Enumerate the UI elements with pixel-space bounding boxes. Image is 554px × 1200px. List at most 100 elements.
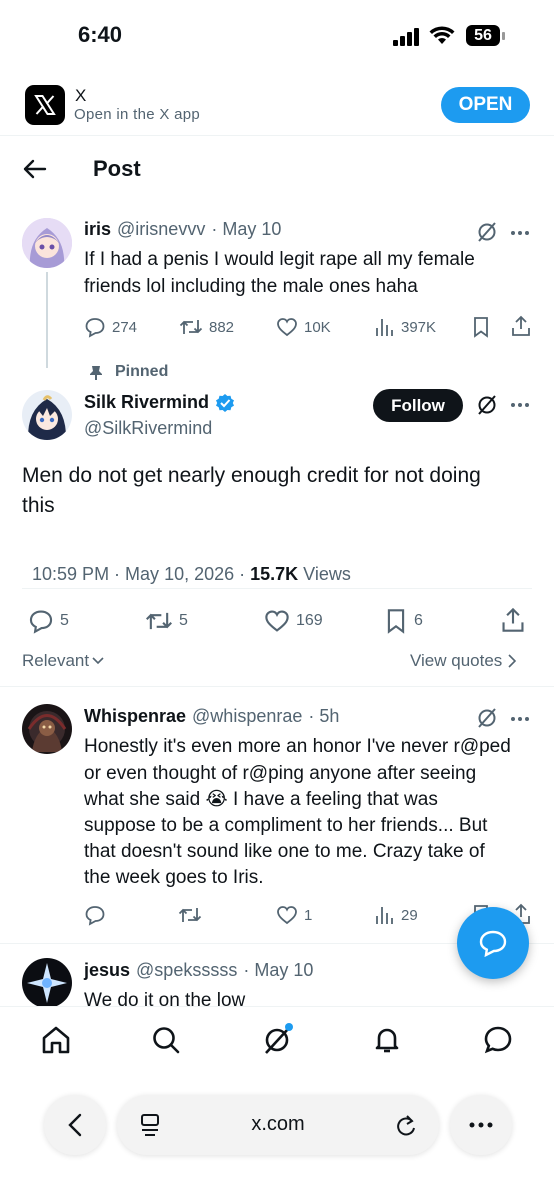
author-handle[interactable]: @speksssss bbox=[136, 960, 237, 981]
pinned-label: Pinned bbox=[115, 363, 169, 380]
avatar[interactable] bbox=[22, 390, 72, 440]
more-icon bbox=[469, 1122, 493, 1128]
avatar[interactable] bbox=[22, 704, 72, 754]
post-timestamp[interactable]: 10:59 PM · May 10, 2026 · bbox=[32, 564, 250, 584]
tweet-text-line: suppose to be a compliment to her friend… bbox=[84, 815, 488, 836]
chevron-left-icon bbox=[68, 1113, 82, 1137]
url-text: x.com bbox=[251, 1113, 305, 1135]
grok-icon[interactable] bbox=[476, 221, 498, 243]
app-banner-subtitle: Open in the X app bbox=[74, 106, 201, 123]
tweet-text-line: or even thought of r@ping anyone after s… bbox=[84, 763, 477, 784]
reply-icon bbox=[29, 610, 53, 634]
views-button[interactable]: 29 bbox=[373, 904, 418, 926]
view-quotes-label: View quotes bbox=[410, 651, 503, 670]
verified-badge-icon bbox=[215, 393, 235, 413]
browser-back-button[interactable] bbox=[44, 1095, 106, 1155]
like-button[interactable]: 169 bbox=[264, 608, 323, 634]
reply-plus-icon bbox=[479, 930, 507, 957]
notifications-bell-icon[interactable] bbox=[371, 1024, 403, 1056]
repost-count: 882 bbox=[209, 318, 235, 336]
like-button[interactable]: 10K bbox=[276, 316, 331, 338]
author-name[interactable]: Whispenrae bbox=[84, 706, 186, 727]
tweet-text-line: Men do not get nearly enough credit for … bbox=[22, 464, 481, 487]
tweet-text-line: Honestly it's even more an honor I've ne… bbox=[84, 736, 511, 757]
x-logo-icon[interactable] bbox=[25, 85, 65, 125]
chevron-right-icon bbox=[508, 654, 517, 668]
avatar[interactable] bbox=[22, 958, 72, 1006]
repost-button[interactable]: 5 bbox=[145, 608, 188, 634]
reply-icon[interactable] bbox=[84, 904, 106, 926]
more-icon[interactable] bbox=[510, 402, 530, 408]
app-banner-name: X bbox=[75, 86, 87, 105]
reply-count: 5 bbox=[60, 612, 69, 629]
author-handle[interactable]: @irisnevvv bbox=[117, 219, 205, 240]
grok-icon[interactable] bbox=[476, 707, 498, 729]
search-icon[interactable] bbox=[150, 1024, 182, 1056]
wifi-icon bbox=[429, 26, 455, 46]
tweet-text-line: We do it on the low bbox=[84, 990, 246, 1006]
post-date[interactable]: · May 10 bbox=[211, 219, 281, 240]
like-button[interactable]: 1 bbox=[276, 904, 312, 926]
heart-icon bbox=[277, 318, 297, 337]
signal-icon bbox=[393, 28, 421, 46]
author-name[interactable]: Silk Rivermind bbox=[84, 392, 209, 413]
open-app-button[interactable]: OPEN bbox=[441, 87, 530, 123]
view-count: 15.7K bbox=[250, 564, 299, 584]
messages-icon[interactable] bbox=[482, 1024, 514, 1056]
browser-more-button[interactable] bbox=[450, 1095, 512, 1155]
grok-icon[interactable] bbox=[476, 394, 498, 416]
compose-reply-button[interactable] bbox=[457, 907, 529, 979]
pin-icon bbox=[89, 365, 103, 381]
tweet-text-line: the week goes to Iris. bbox=[84, 867, 264, 888]
more-icon[interactable] bbox=[510, 716, 530, 722]
sort-label: Relevant bbox=[22, 651, 90, 670]
more-icon[interactable] bbox=[510, 230, 530, 236]
post-date[interactable]: · May 10 bbox=[243, 960, 313, 981]
share-icon[interactable] bbox=[510, 315, 532, 337]
views-button[interactable]: 397K bbox=[373, 316, 436, 338]
like-count: 1 bbox=[304, 906, 313, 924]
author-handle[interactable]: @SilkRivermind bbox=[84, 418, 212, 439]
view-quotes-link[interactable]: View quotes bbox=[410, 651, 517, 671]
chevron-down-icon bbox=[92, 657, 104, 665]
tweet-text-line: friends lol including the male ones haha bbox=[84, 276, 418, 297]
share-icon[interactable] bbox=[500, 607, 526, 633]
status-bar-time: 6:40 bbox=[78, 22, 123, 47]
bookmark-icon[interactable] bbox=[471, 316, 491, 338]
reload-icon[interactable] bbox=[395, 1113, 417, 1137]
follow-button[interactable]: Follow bbox=[373, 389, 463, 422]
repost-icon bbox=[146, 612, 172, 630]
author-name[interactable]: jesus bbox=[84, 960, 130, 981]
reply-button[interactable]: 274 bbox=[84, 316, 137, 338]
divider bbox=[0, 135, 554, 136]
bookmark-button[interactable]: 6 bbox=[384, 608, 423, 634]
relevant-sort-dropdown[interactable]: Relevant bbox=[22, 651, 104, 671]
analytics-icon bbox=[376, 319, 393, 336]
like-count: 169 bbox=[296, 612, 323, 629]
view-count: 397K bbox=[401, 318, 437, 336]
home-icon[interactable] bbox=[40, 1024, 72, 1056]
reply-count: 274 bbox=[112, 318, 138, 336]
heart-icon bbox=[265, 610, 289, 632]
views-label: Views bbox=[298, 564, 351, 584]
repost-icon[interactable] bbox=[178, 904, 202, 926]
browser-address-bar[interactable]: x.com bbox=[117, 1095, 439, 1155]
reply-button[interactable]: 5 bbox=[28, 608, 69, 634]
repost-icon bbox=[179, 320, 203, 334]
author-handle[interactable]: @whispenrae bbox=[192, 706, 302, 727]
avatar[interactable] bbox=[22, 218, 72, 268]
tweet-text-line: that doesn't sound like one to me. Crazy… bbox=[84, 841, 485, 862]
like-count: 10K bbox=[304, 318, 331, 336]
bookmark-count: 6 bbox=[414, 612, 423, 629]
battery-indicator: 56 bbox=[466, 25, 500, 46]
grok-nav-icon[interactable] bbox=[260, 1022, 294, 1056]
back-arrow-icon[interactable] bbox=[22, 156, 48, 182]
post-time[interactable]: · 5h bbox=[308, 706, 339, 727]
reply-icon bbox=[85, 318, 105, 338]
thread-line bbox=[46, 272, 48, 368]
author-name[interactable]: iris bbox=[84, 219, 111, 240]
tweet-text-line: this bbox=[22, 494, 55, 517]
page-title: Post bbox=[93, 156, 141, 181]
view-count: 29 bbox=[401, 906, 418, 924]
repost-button[interactable]: 882 bbox=[179, 316, 234, 338]
